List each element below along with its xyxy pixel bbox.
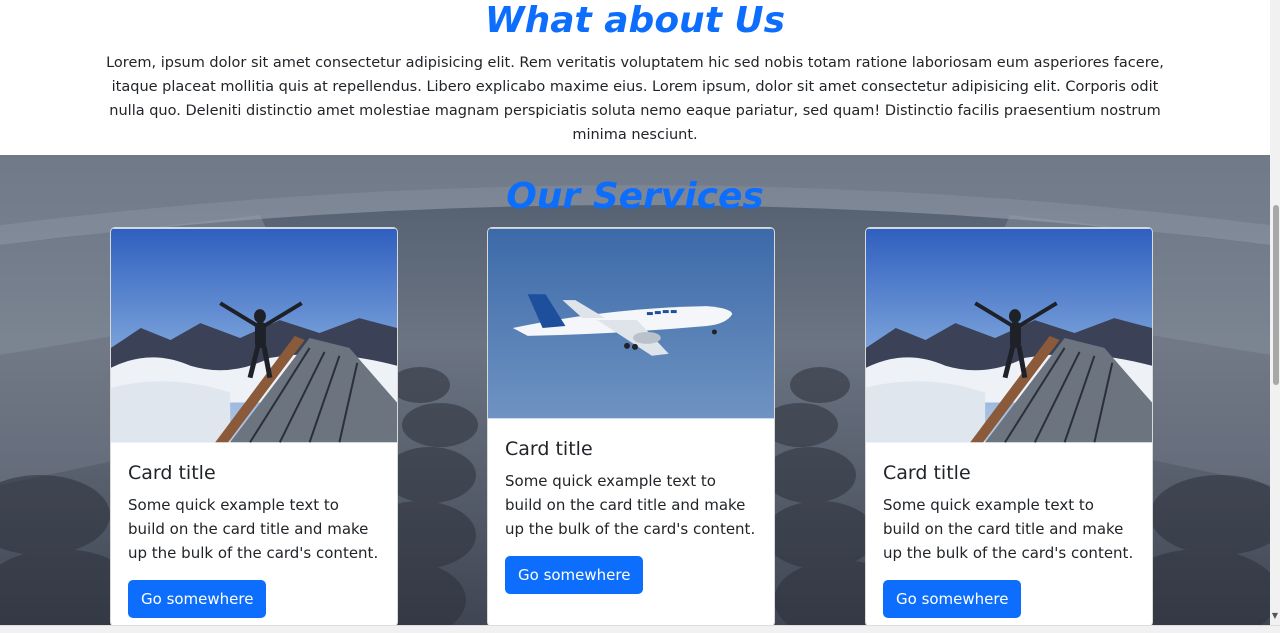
scrollbar-thumb[interactable] (1273, 205, 1279, 385)
service-card-1: Card title Some quick example text to bu… (110, 227, 398, 625)
card-image (866, 228, 1152, 443)
go-somewhere-button[interactable]: Go somewhere (883, 580, 1022, 618)
go-somewhere-button[interactable]: Go somewhere (128, 580, 267, 618)
service-card-3: Card title Some quick example text to bu… (865, 227, 1153, 625)
go-somewhere-button[interactable]: Go somewhere (505, 556, 644, 594)
vertical-scrollbar[interactable]: ▼ (1270, 0, 1280, 625)
about-title: What about Us (484, 0, 786, 41)
card-body: Card title Some quick example text to bu… (488, 419, 774, 610)
card-text: Some quick example text to build on the … (505, 472, 756, 538)
card-title: Card title (883, 462, 971, 484)
scroll-down-arrow-icon[interactable]: ▼ (1271, 611, 1279, 621)
about-text: Lorem, ipsum dolor sit amet consectetur … (106, 55, 1164, 143)
card-text: Some quick example text to build on the … (883, 496, 1134, 562)
service-card-2: Card title Some quick example text to bu… (487, 227, 775, 625)
services-title: Our Services (506, 176, 764, 217)
card-image (111, 228, 397, 443)
about-section: What about Us Lorem, ipsum dolor sit ame… (0, 0, 1270, 155)
card-text: Some quick example text to build on the … (128, 496, 379, 562)
card-title: Card title (505, 438, 593, 460)
card-title: Card title (128, 462, 216, 484)
card-body: Card title Some quick example text to bu… (111, 443, 397, 625)
card-image (488, 228, 774, 419)
services-section: Our Services Card title Some quick examp… (0, 155, 1270, 625)
horizontal-scrollbar[interactable] (0, 625, 1280, 633)
card-body: Card title Some quick example text to bu… (866, 443, 1152, 625)
